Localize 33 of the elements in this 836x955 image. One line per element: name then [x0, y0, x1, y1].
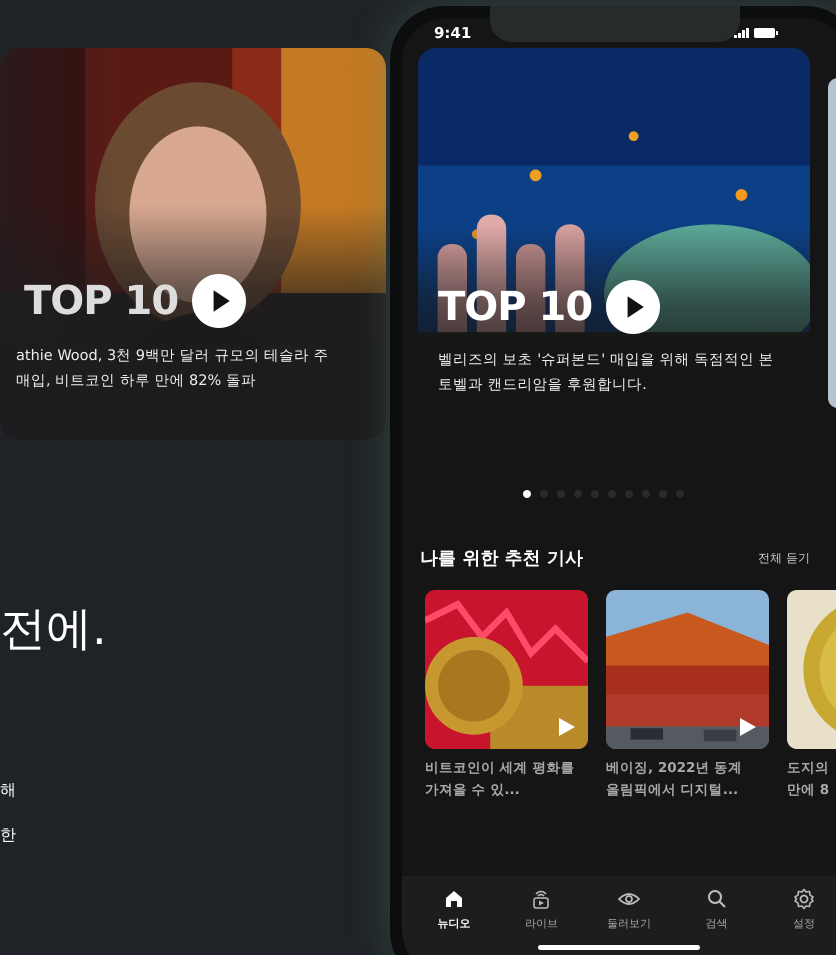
listen-all-link[interactable]: 전체 듣기: [758, 550, 810, 566]
page-dot[interactable]: [523, 490, 531, 498]
play-icon[interactable]: [192, 274, 246, 328]
carousel-card[interactable]: TOP 10 벨리즈의 보초 '슈퍼본드' 매입을 위해 독점적인 본 토벨과 캔드리암을 후원합니다.: [418, 48, 810, 440]
article-title[interactable]: 베이징, 2022년 동계: [606, 759, 769, 777]
signal-icon: [734, 28, 750, 38]
top-label: TOP 10: [438, 284, 592, 330]
settings-icon: [793, 888, 816, 910]
play-icon[interactable]: [606, 280, 660, 334]
search-icon: [706, 888, 728, 910]
tab-item[interactable]: 뉴디오: [410, 876, 498, 936]
article-title[interactable]: 비트코인이 세계 평화를: [425, 759, 588, 777]
article-title[interactable]: 가져올 수 있...: [425, 781, 588, 799]
text-fragment: 한: [0, 825, 16, 846]
caption-text: athie Wood, 3천 9백만 달러 규모의 테슬라 주: [16, 347, 328, 365]
top-label: TOP 10: [24, 278, 178, 324]
battery-icon: [754, 28, 778, 38]
article-title[interactable]: 올림픽에서 디지털...: [606, 781, 769, 799]
tab-item[interactable]: 설정: [760, 876, 836, 936]
section-title: 나를 위한 추천 기사: [420, 547, 583, 570]
text-fragment: 해: [0, 780, 16, 801]
play-icon[interactable]: [737, 717, 757, 737]
article-title[interactable]: 만에 8: [787, 781, 836, 799]
caption-text: 토벨과 캔드리암을 후원합니다.: [438, 376, 648, 394]
caption-text: 매입, 비트코인 하루 만에 82% 돌파: [16, 372, 257, 390]
tab-item[interactable]: 검색: [672, 876, 760, 936]
headline: 전에.: [0, 600, 107, 657]
tab-item[interactable]: 둘러보기: [585, 876, 673, 936]
status-time: 9:41: [434, 24, 472, 42]
tab-item[interactable]: 라이브: [498, 876, 586, 936]
feature-card[interactable]: TOP 10 athie Wood, 3천 9백만 달러 규모의 테슬라 주 매입, 비트코인 하루 만에 82% 돌파: [0, 48, 386, 440]
caption-text: 벨리즈의 보초 '슈퍼본드' 매입을 위해 독점적인 본: [438, 351, 774, 369]
article-title[interactable]: 도지의: [787, 759, 836, 777]
